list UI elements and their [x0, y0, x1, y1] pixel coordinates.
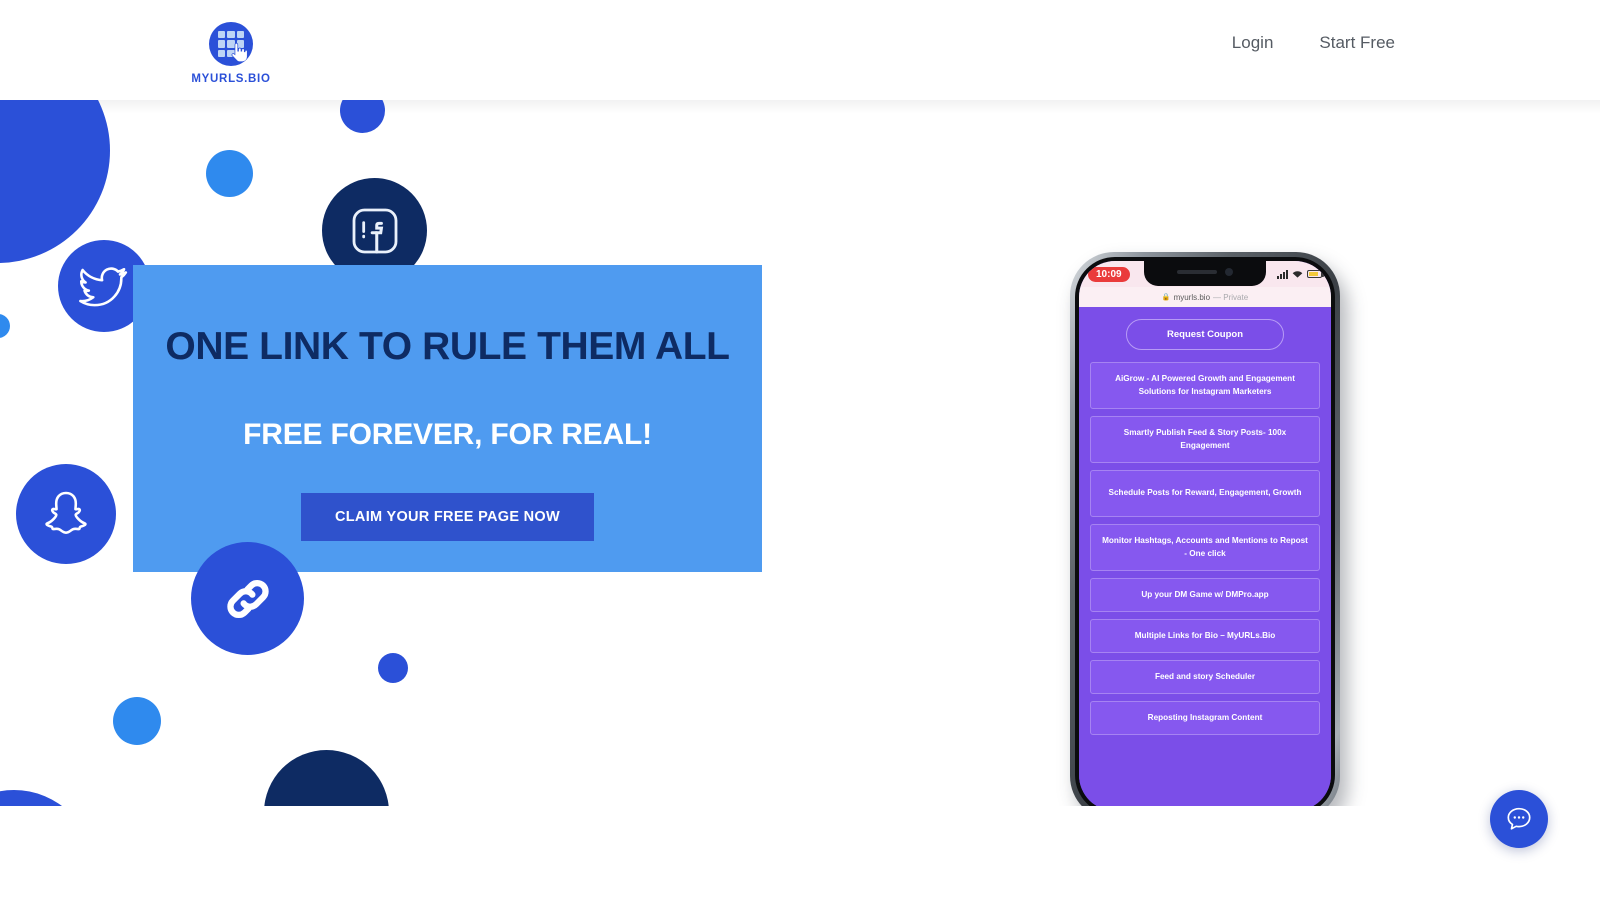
- header-nav: Login Start Free: [1232, 33, 1395, 53]
- list-item[interactable]: Schedule Posts for Reward, Engagement, G…: [1090, 470, 1320, 517]
- phone-frame: 10:09 🔒 myurls.bio — Private Request Cou…: [1070, 252, 1340, 806]
- decor-circle-large-topleft: [0, 100, 110, 263]
- battery-icon: [1307, 270, 1324, 278]
- decor-circle-small-bottom: [378, 653, 408, 683]
- list-item[interactable]: Feed and story Scheduler: [1090, 660, 1320, 694]
- page-title: ONE LINK TO RULE THEM ALL: [165, 325, 730, 368]
- grid-cursor-logo-icon: [209, 22, 253, 66]
- snapchat-glyph: [45, 491, 87, 534]
- bio-page-body: Request Coupon AiGrow - AI Powered Growt…: [1079, 307, 1331, 806]
- list-item[interactable]: Reposting Instagram Content: [1090, 701, 1320, 735]
- hero-top-shadow: [0, 100, 1600, 114]
- snapchat-icon[interactable]: [16, 464, 116, 564]
- list-item[interactable]: Multiple Links for Bio – MyURLs.Bio: [1090, 619, 1320, 653]
- logo-hand-cursor-shape: [231, 43, 247, 62]
- front-camera-icon: [1225, 267, 1233, 276]
- decor-circle-halfmoon-blue: [0, 790, 94, 806]
- hero-panel: ONE LINK TO RULE THEM ALL FREE FOREVER, …: [133, 265, 762, 572]
- list-item[interactable]: Monitor Hashtags, Accounts and Mentions …: [1090, 524, 1320, 571]
- decor-circle-lightblue-bottom: [113, 697, 161, 745]
- claim-free-page-button[interactable]: CLAIM YOUR FREE PAGE NOW: [301, 493, 594, 541]
- url-private-label: — Private: [1213, 292, 1249, 302]
- hero-subtitle: FREE FOREVER, FOR REAL!: [243, 418, 652, 451]
- hero-section: ONE LINK TO RULE THEM ALL FREE FOREVER, …: [0, 100, 1600, 806]
- signal-bars-icon: [1277, 269, 1288, 279]
- list-item[interactable]: AiGrow - AI Powered Growth and Engagemen…: [1090, 362, 1320, 409]
- phone-mockup: 10:09 🔒 myurls.bio — Private Request Cou…: [1070, 252, 1348, 806]
- decor-circle-small-midleft: [0, 314, 10, 338]
- chat-bubble-icon[interactable]: [1490, 790, 1548, 848]
- nav-login[interactable]: Login: [1232, 33, 1274, 53]
- status-time: 10:09: [1088, 266, 1130, 282]
- decor-circle-lightblue-top: [206, 150, 253, 197]
- landing-page: MYURLS.BIO Login Start Free ONE LINK TO …: [0, 0, 1600, 900]
- list-item[interactable]: Up your DM Game w/ DMPro.app: [1090, 578, 1320, 612]
- wifi-icon: [1292, 270, 1303, 278]
- browser-url-bar[interactable]: 🔒 myurls.bio — Private: [1079, 287, 1331, 307]
- url-domain: myurls.bio: [1173, 292, 1211, 302]
- facebook-glyph: [352, 208, 397, 254]
- chat-bubble-glyph: [1507, 807, 1531, 830]
- earpiece-speaker: [1177, 269, 1217, 274]
- decor-circle-small-top: [340, 100, 385, 133]
- phone-screen: 10:09 🔒 myurls.bio — Private Request Cou…: [1079, 261, 1331, 806]
- site-header: MYURLS.BIO Login Start Free: [0, 0, 1600, 100]
- decor-circle-halfmoon-navy: [264, 750, 389, 806]
- twitter-glyph: [79, 267, 128, 307]
- link-chain-icon[interactable]: [191, 542, 304, 655]
- list-item[interactable]: Smartly Publish Feed & Story Posts- 100x…: [1090, 416, 1320, 463]
- status-icons: [1277, 269, 1324, 279]
- phone-bezel: 10:09 🔒 myurls.bio — Private Request Cou…: [1075, 257, 1335, 806]
- site-logo[interactable]: MYURLS.BIO: [191, 22, 270, 85]
- lock-icon: 🔒: [1161, 294, 1171, 301]
- chain-link-glyph: [226, 579, 269, 618]
- logo-text: MYURLS.BIO: [191, 73, 271, 85]
- request-coupon-button[interactable]: Request Coupon: [1126, 319, 1284, 350]
- page-bottom-area: [0, 806, 1600, 900]
- nav-start-free[interactable]: Start Free: [1319, 33, 1395, 53]
- phone-notch: [1144, 261, 1266, 286]
